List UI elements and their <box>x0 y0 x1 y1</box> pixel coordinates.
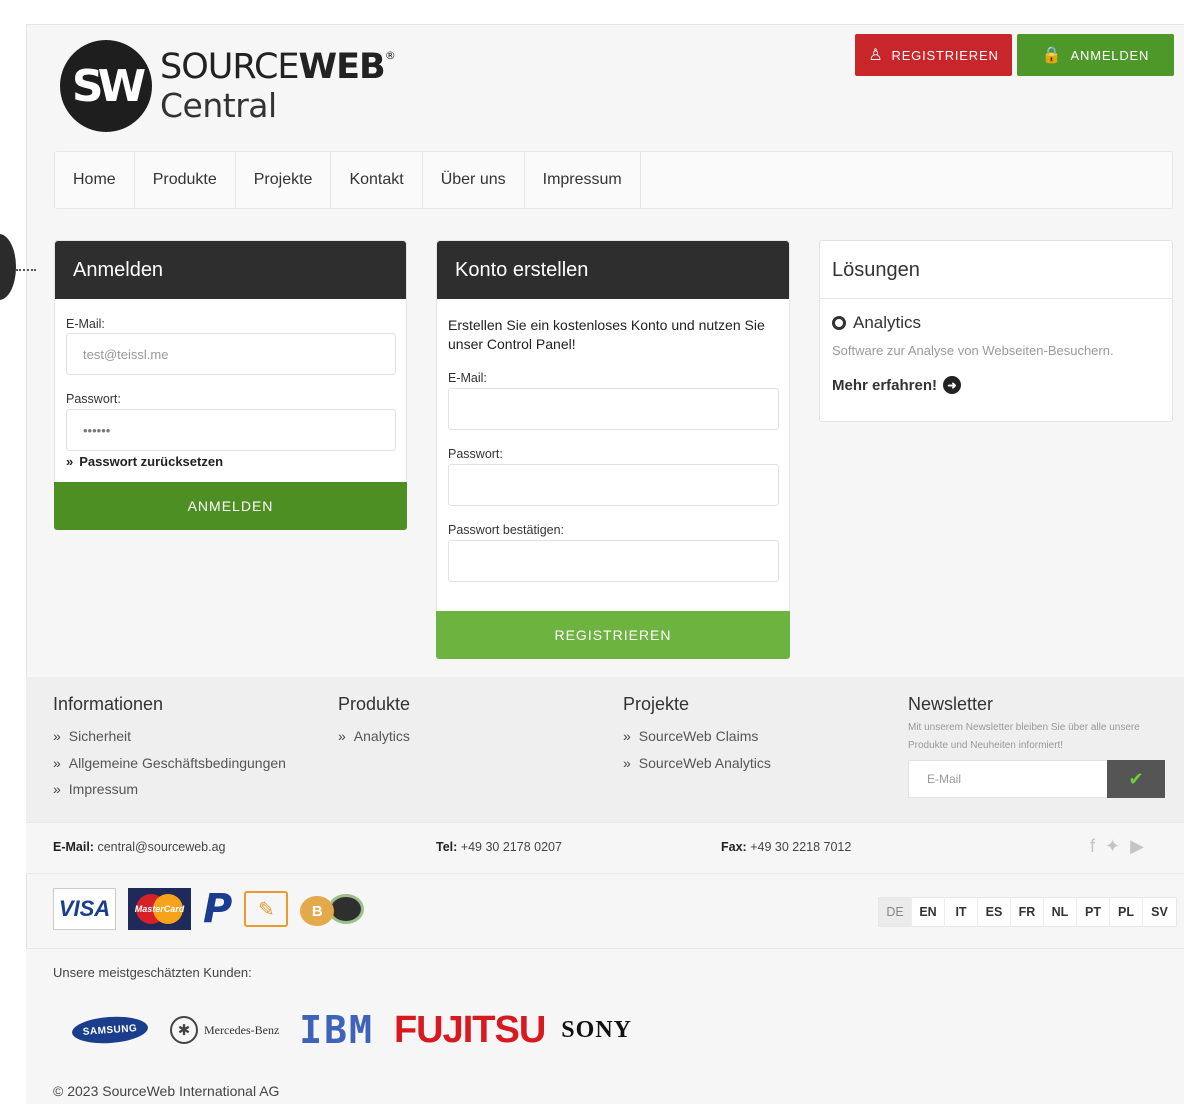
newsletter-submit-button[interactable]: ✔ <box>1107 760 1165 798</box>
site-logo[interactable]: SW SOURCEWEB® Central <box>60 40 396 132</box>
footer-link-analytics[interactable]: » Analytics <box>338 723 410 750</box>
login-submit-button[interactable]: ANMELDEN <box>54 482 407 530</box>
nav-item-impressum[interactable]: Impressum <box>525 152 641 208</box>
check-icon: ✔ <box>1128 768 1144 789</box>
nav-item-home[interactable]: Home <box>55 152 135 208</box>
samsung-logo: SAMSUNG <box>71 1014 149 1046</box>
footer-link-impressum[interactable]: » Impressum <box>53 776 286 803</box>
payment-methods: VISA MasterCard P ✎ B <box>53 886 365 932</box>
solution-item-title: Analytics <box>832 313 921 333</box>
login-panel: Anmelden E-Mail: test@teissl.me Passwort… <box>54 240 407 530</box>
mercedes-star-icon: ✱ <box>170 1016 198 1044</box>
clients-label: Unsere meistgeschätzten Kunden: <box>53 965 252 980</box>
social-links: f ✦ ▶ <box>1090 836 1144 857</box>
ibm-logo: IBM <box>299 1008 374 1052</box>
circle-icon <box>832 316 846 330</box>
cheque-icon: ✎ <box>244 891 289 927</box>
mercedes-logo: ✱ Mercedes-Benz <box>170 1016 279 1044</box>
lang-it[interactable]: IT <box>945 898 978 926</box>
lock-icon: 🔒 <box>1041 47 1063 64</box>
sony-logo: SONY <box>561 1016 632 1043</box>
solutions-panel: Lösungen Analytics Software zur Analyse … <box>819 240 1173 422</box>
arrow-circle-right-icon: ➜ <box>943 376 962 394</box>
logo-mark: SW <box>60 40 152 132</box>
contact-email: E-Mail: central@sourceweb.ag <box>53 840 226 854</box>
user-icon: ♙ <box>868 47 884 64</box>
youtube-icon[interactable]: ▶ <box>1130 836 1144 857</box>
client-logos: SAMSUNG ✱ Mercedes-Benz IBM FUJITSU SONY <box>71 1008 632 1052</box>
register-intro: Erstellen Sie ein kostenloses Konto und … <box>448 317 765 352</box>
paypal-logo: P <box>203 886 233 932</box>
register-email-label: E-Mail: <box>448 371 487 385</box>
register-email-input[interactable] <box>448 388 779 430</box>
solution-item-description: Software zur Analyse von Webseiten-Besuc… <box>832 343 1114 358</box>
contact-fax: Fax: +49 30 2218 7012 <box>721 840 852 854</box>
footer-col-title: Produkte <box>338 694 411 714</box>
nav-item-kontakt[interactable]: Kontakt <box>331 152 423 208</box>
login-email-label: E-Mail: <box>66 317 105 331</box>
double-chevron-icon: » <box>53 728 61 744</box>
header-register-button[interactable]: ♙ REGISTRIEREN <box>855 34 1012 76</box>
register-password-label: Passwort: <box>448 447 503 461</box>
lang-nl[interactable]: NL <box>1044 898 1077 926</box>
solutions-title: Lösungen <box>820 241 1172 299</box>
login-email-input[interactable]: test@teissl.me <box>66 333 396 375</box>
logo-subtitle: Central <box>160 86 277 125</box>
lang-pl[interactable]: PL <box>1110 898 1143 926</box>
footer-link-sw-analytics[interactable]: » SourceWeb Analytics <box>623 750 771 777</box>
register-confirm-input[interactable] <box>448 540 779 582</box>
double-chevron-icon: » <box>623 754 631 771</box>
login-password-label: Passwort: <box>66 392 121 406</box>
contact-tel: Tel: +49 30 2178 0207 <box>436 840 562 854</box>
main-nav: Home Produkte Projekte Kontakt Über uns … <box>54 151 1173 209</box>
side-marker <box>0 234 16 300</box>
copyright: © 2023 SourceWeb International AG <box>53 1083 280 1099</box>
fujitsu-logo: FUJITSU <box>393 1008 546 1051</box>
double-chevron-icon: » <box>66 454 74 469</box>
footer-col-newsletter: Newsletter Mit unserem Newsletter bleibe… <box>908 694 1168 755</box>
footer-link-agb[interactable]: » Allgemeine Geschäftsbedingungen <box>53 750 286 777</box>
footer-col-informationen: Informationen » Sicherheit » Allgemeine Ge… <box>53 694 286 803</box>
lang-es[interactable]: ES <box>978 898 1011 926</box>
footer-col-title: Informationen <box>53 694 164 714</box>
footer-col-title: Projekte <box>623 694 690 714</box>
register-confirm-label: Passwort bestätigen: <box>448 523 565 537</box>
learn-more-link[interactable]: Mehr erfahren! ➜ <box>832 376 962 394</box>
lang-en[interactable]: EN <box>912 898 945 926</box>
nav-item-projekte[interactable]: Projekte <box>236 152 332 208</box>
twitter-icon[interactable]: ✦ <box>1105 836 1120 857</box>
lang-fr[interactable]: FR <box>1011 898 1044 926</box>
footer-link-claims[interactable]: » SourceWeb Claims <box>623 723 771 750</box>
double-chevron-icon: » <box>623 728 631 744</box>
lang-pt[interactable]: PT <box>1077 898 1110 926</box>
lang-sv[interactable]: SV <box>1143 898 1176 926</box>
reset-password-link[interactable]: » Passwort zurücksetzen <box>66 454 223 469</box>
newsletter-email-input[interactable]: E-Mail <box>908 760 1108 798</box>
mastercard-logo: MasterCard <box>128 888 191 930</box>
double-chevron-icon: » <box>338 728 346 744</box>
lang-de[interactable]: DE <box>879 898 912 926</box>
footer-link-sicherheit[interactable]: » Sicherheit <box>53 723 286 750</box>
side-marker-line <box>16 269 36 271</box>
double-chevron-icon: » <box>53 781 61 797</box>
facebook-icon[interactable]: f <box>1090 836 1095 857</box>
header-login-button[interactable]: 🔒 ANMELDEN <box>1017 34 1174 76</box>
footer-col-title: Newsletter <box>908 694 994 714</box>
footer-col-produkte: Produkte » Analytics <box>338 694 410 750</box>
register-panel: Konto erstellen Erstellen Sie ein kosten… <box>436 240 790 659</box>
register-password-input[interactable] <box>448 464 779 506</box>
nav-item-produkte[interactable]: Produkte <box>135 152 236 208</box>
language-switcher: DE EN IT ES FR NL PT PL SV <box>878 897 1177 927</box>
double-chevron-icon: » <box>53 754 61 771</box>
nav-item-ueber-uns[interactable]: Über uns <box>423 152 525 208</box>
login-password-input[interactable]: •••••• <box>66 409 396 451</box>
login-panel-title: Anmelden <box>55 241 406 299</box>
visa-logo: VISA <box>53 888 116 930</box>
logo-wordmark: SOURCEWEB® <box>160 47 396 87</box>
newsletter-text: Mit unserem Newsletter bleiben Sie über … <box>908 722 1140 751</box>
register-panel-title: Konto erstellen <box>437 241 789 299</box>
register-submit-button[interactable]: REGISTRIEREN <box>436 611 790 659</box>
bitcoin-logo: B <box>300 890 365 928</box>
footer-col-projekte: Projekte » SourceWeb Claims » SourceWeb An… <box>623 694 771 776</box>
